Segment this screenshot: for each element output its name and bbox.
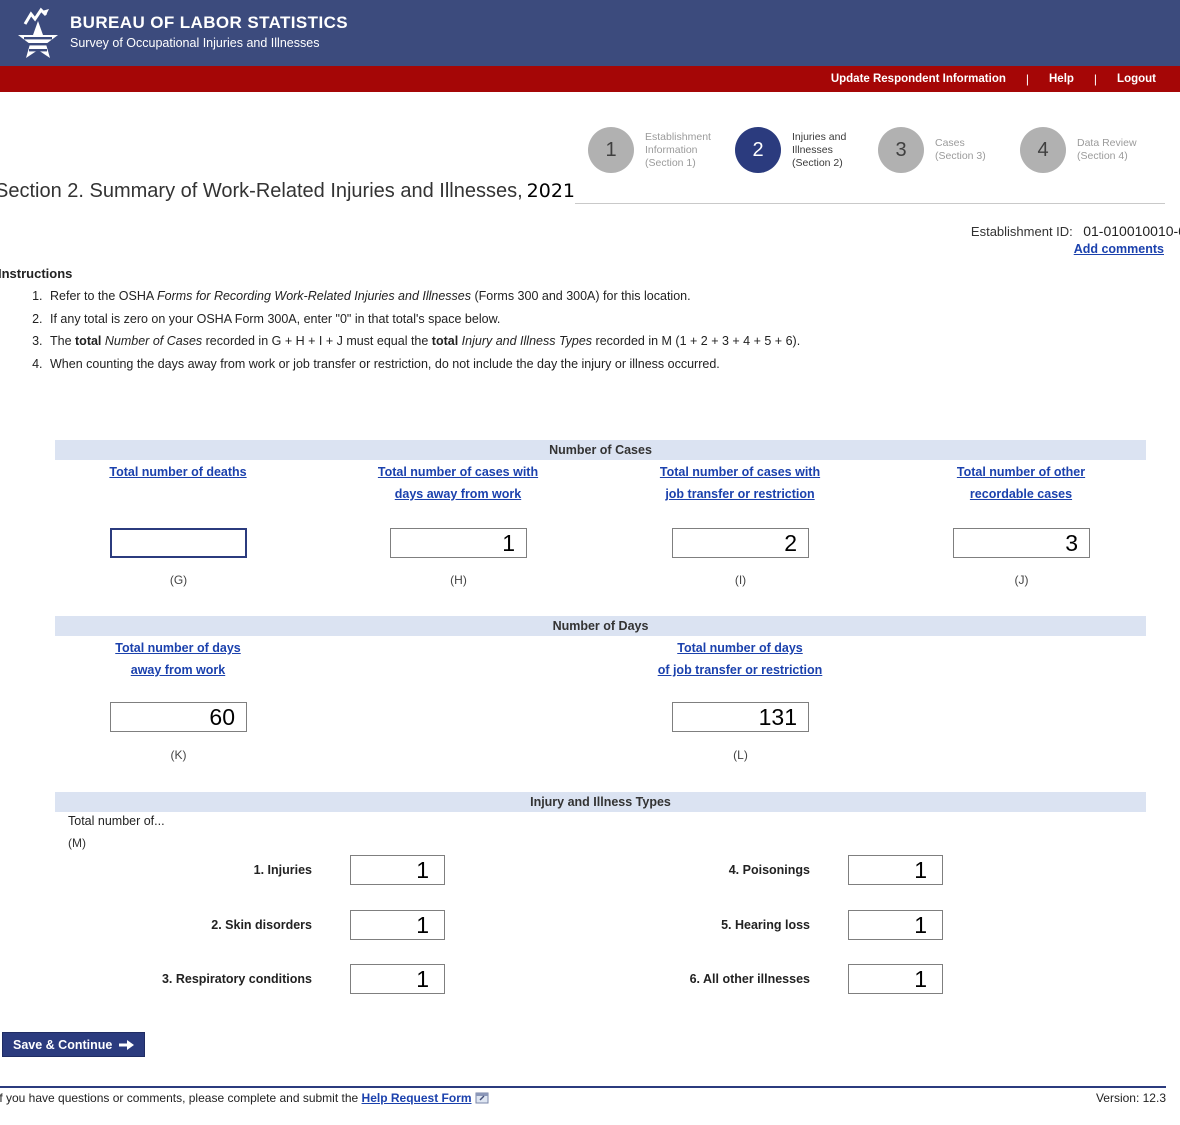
types-intro: Total number of... bbox=[68, 814, 165, 828]
bls-logo bbox=[18, 7, 64, 59]
cases-days-away-link-line1[interactable]: Total number of cases with bbox=[308, 461, 608, 483]
app-header: BUREAU OF LABOR STATISTICS Survey of Occ… bbox=[0, 0, 1180, 66]
page-title: Section 2. Summary of Work-Related Injur… bbox=[0, 180, 575, 203]
respiratory-conditions-label: 3. Respiratory conditions bbox=[60, 964, 312, 994]
instruction-item: If any total is zero on your OSHA Form 3… bbox=[46, 312, 1164, 327]
hearing-loss-label: 5. Hearing loss bbox=[558, 910, 810, 940]
total-deaths-input[interactable] bbox=[110, 528, 247, 558]
respiratory-conditions-input[interactable] bbox=[350, 964, 445, 994]
cases-job-transfer-link-line1[interactable]: Total number of cases with bbox=[590, 461, 890, 483]
hearing-loss-input[interactable] bbox=[848, 910, 943, 940]
step-2-label: Injuries andIllnesses(Section 2) bbox=[792, 131, 846, 170]
step-data-review[interactable]: 4 Data Review(Section 4) bbox=[1020, 127, 1137, 173]
instructions-list: Refer to the OSHA Forms for Recording Wo… bbox=[24, 289, 1164, 379]
version-label: Version: 12.3 bbox=[1096, 1091, 1166, 1105]
deaths-column-header: Total number of deaths bbox=[28, 461, 328, 483]
cases-job-transfer-link-line2[interactable]: job transfer or restriction bbox=[590, 483, 890, 505]
save-continue-button[interactable]: Save & Continue bbox=[2, 1032, 145, 1057]
help-request-form-link[interactable]: Help Request Form bbox=[362, 1091, 472, 1105]
footer-divider bbox=[0, 1086, 1166, 1088]
other-recordable-link-line1[interactable]: Total number of other bbox=[871, 461, 1171, 483]
step-3-label: Cases(Section 3) bbox=[935, 137, 986, 163]
logout-link[interactable]: Logout bbox=[1117, 73, 1156, 85]
update-respondent-link[interactable]: Update Respondent Information bbox=[831, 73, 1006, 85]
cases-job-transfer-input[interactable] bbox=[672, 528, 809, 558]
injuries-label: 1. Injuries bbox=[60, 855, 312, 885]
days-job-transfer-column-header: Total number of days of job transfer or … bbox=[590, 637, 890, 681]
agency-title: BUREAU OF LABOR STATISTICS bbox=[70, 13, 348, 33]
cases-days-away-link-line2[interactable]: days away from work bbox=[308, 483, 608, 505]
injuries-input[interactable] bbox=[350, 855, 445, 885]
instruction-item: Refer to the OSHA Forms for Recording Wo… bbox=[46, 289, 1164, 304]
cases-days-away-input[interactable] bbox=[390, 528, 527, 558]
days-job-transfer-input[interactable] bbox=[672, 702, 809, 732]
other-recordable-input[interactable] bbox=[953, 528, 1090, 558]
survey-year: 2021 bbox=[527, 180, 575, 202]
instruction-item: The total Number of Cases recorded in G … bbox=[46, 334, 1164, 349]
total-deaths-link[interactable]: Total number of deaths bbox=[28, 461, 328, 483]
step-cases[interactable]: 3 Cases(Section 3) bbox=[878, 127, 986, 173]
footer-help-text: If you have questions or comments, pleas… bbox=[0, 1091, 489, 1105]
help-link[interactable]: Help bbox=[1049, 73, 1074, 85]
add-comments-link[interactable]: Add comments bbox=[1074, 242, 1164, 256]
number-of-cases-header: Number of Cases bbox=[55, 440, 1146, 460]
poisonings-label: 4. Poisonings bbox=[558, 855, 810, 885]
skin-disorders-input[interactable] bbox=[350, 910, 445, 940]
poisonings-input[interactable] bbox=[848, 855, 943, 885]
column-letter-i: (I) bbox=[672, 573, 809, 587]
establishment-id-label: Establishment ID: bbox=[971, 224, 1073, 239]
days-away-link-line1[interactable]: Total number of days bbox=[28, 637, 328, 659]
other-recordable-column-header: Total number of other recordable cases bbox=[871, 461, 1171, 505]
page: BUREAU OF LABOR STATISTICS Survey of Occ… bbox=[0, 0, 1180, 1125]
column-letter-l: (L) bbox=[672, 748, 809, 762]
days-away-cases-column-header: Total number of cases with days away fro… bbox=[308, 461, 608, 505]
step-establishment-information[interactable]: 1 EstablishmentInformation(Section 1) bbox=[588, 127, 711, 173]
other-recordable-link-line2[interactable]: recordable cases bbox=[871, 483, 1171, 505]
step-4-circle: 4 bbox=[1020, 127, 1066, 173]
days-away-link-line2[interactable]: away from work bbox=[28, 659, 328, 681]
arrow-right-icon bbox=[119, 1040, 134, 1050]
nav-separator: | bbox=[1026, 72, 1029, 86]
number-of-days-header: Number of Days bbox=[55, 616, 1146, 636]
column-letter-j: (J) bbox=[953, 573, 1090, 587]
injury-illness-types-header: Injury and Illness Types bbox=[55, 792, 1146, 812]
title-divider bbox=[575, 203, 1165, 204]
step-3-circle: 3 bbox=[878, 127, 924, 173]
days-job-transfer-link-line2[interactable]: of job transfer or restriction bbox=[590, 659, 890, 681]
external-link-icon bbox=[475, 1092, 489, 1104]
step-2-circle: 2 bbox=[735, 127, 781, 173]
column-letter-g: (G) bbox=[110, 573, 247, 587]
utility-nav: Update Respondent Information | Help | L… bbox=[0, 66, 1180, 92]
job-transfer-cases-column-header: Total number of cases with job transfer … bbox=[590, 461, 890, 505]
step-4-label: Data Review(Section 4) bbox=[1077, 137, 1137, 163]
establishment-id-value: 01-010010010-0 bbox=[1083, 223, 1180, 239]
establishment-id-row: Establishment ID: 01-010010010-0 bbox=[971, 223, 1180, 241]
column-letter-h: (H) bbox=[390, 573, 527, 587]
days-job-transfer-link-line1[interactable]: Total number of days bbox=[590, 637, 890, 659]
instructions-heading: Instructions bbox=[0, 266, 72, 281]
all-other-illnesses-label: 6. All other illnesses bbox=[558, 964, 810, 994]
all-other-illnesses-input[interactable] bbox=[848, 964, 943, 994]
nav-separator: | bbox=[1094, 72, 1097, 86]
survey-subtitle: Survey of Occupational Injuries and Illn… bbox=[70, 36, 319, 50]
skin-disorders-label: 2. Skin disorders bbox=[60, 910, 312, 940]
days-away-input[interactable] bbox=[110, 702, 247, 732]
days-away-column-header: Total number of days away from work bbox=[28, 637, 328, 681]
step-1-label: EstablishmentInformation(Section 1) bbox=[645, 131, 711, 170]
instruction-item: When counting the days away from work or… bbox=[46, 357, 1164, 372]
column-letter-m: (M) bbox=[68, 836, 86, 850]
column-letter-k: (K) bbox=[110, 748, 247, 762]
step-injuries-illnesses[interactable]: 2 Injuries andIllnesses(Section 2) bbox=[735, 127, 846, 173]
step-1-circle: 1 bbox=[588, 127, 634, 173]
